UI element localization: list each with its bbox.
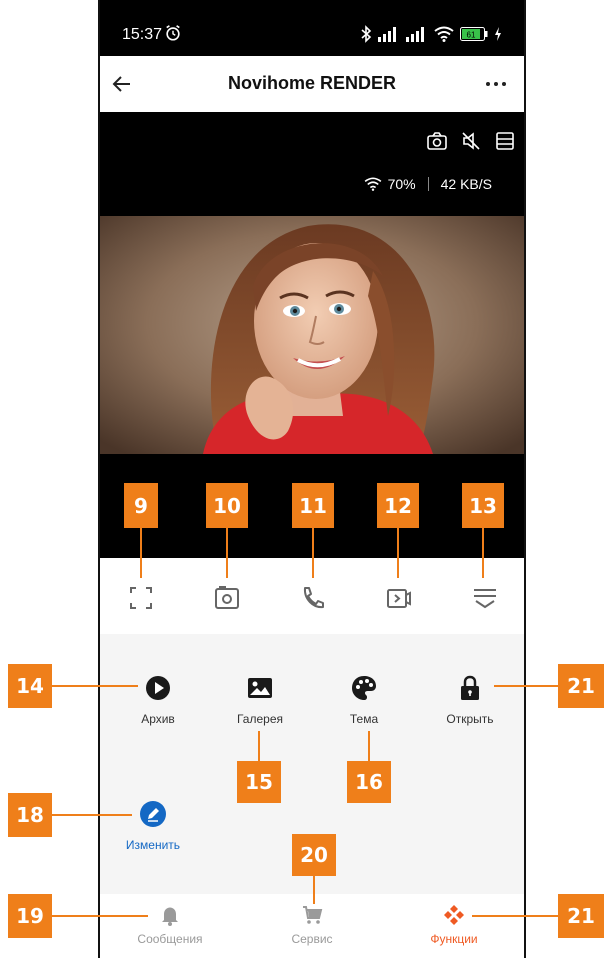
camera-icon[interactable]: [426, 130, 448, 152]
leader-line: [494, 685, 558, 687]
leader-line: [258, 731, 260, 761]
battery-icon: 61: [460, 27, 488, 41]
leader-line: [52, 685, 138, 687]
charging-icon: [495, 27, 501, 41]
feature-theme[interactable]: Тема: [314, 674, 414, 726]
feature-edit[interactable]: Изменить: [103, 800, 203, 852]
callout-badge: 9: [124, 483, 158, 528]
palette-icon: [352, 676, 376, 700]
callout-badge: 14: [8, 664, 52, 708]
wifi-icon: [434, 26, 454, 42]
callout-badge: 21: [558, 664, 604, 708]
fullscreen-icon[interactable]: [127, 584, 155, 612]
functions-icon: [444, 905, 464, 925]
callout-badge: 15: [237, 761, 281, 803]
callout-badge: 20: [292, 834, 336, 876]
status-icons: 61: [360, 24, 502, 44]
feature-label: Изменить: [125, 838, 181, 852]
alarm-icon: [166, 25, 180, 41]
feature-label: Архив: [141, 712, 175, 726]
wifi-icon: [364, 177, 381, 191]
layout-icon[interactable]: [494, 130, 516, 152]
leader-line: [313, 876, 315, 904]
feature-unlock[interactable]: Открыть: [420, 674, 520, 726]
edit-icon: [140, 801, 166, 827]
snapshot-icon[interactable]: [213, 584, 241, 612]
bluetooth-icon: [361, 25, 372, 43]
lock-icon: [461, 675, 479, 700]
bitrate: 42 KB/S: [440, 176, 492, 192]
callout-badge: 13: [462, 483, 504, 528]
more-icon[interactable]: [482, 70, 510, 98]
camera-feed-image: [98, 216, 526, 454]
callout-badge: 10: [206, 483, 248, 528]
feature-label: Открыть: [446, 712, 494, 726]
bottom-nav: Сообщения Сервис Функции: [98, 894, 526, 958]
status-bar: 15:37 61: [98, 0, 526, 56]
signal-strength: 70%: [387, 176, 416, 192]
nav-label: Сервис: [291, 932, 333, 946]
feature-label: Галерея: [236, 712, 284, 726]
callout-badge: 11: [292, 483, 334, 528]
collapse-menu-icon[interactable]: [471, 584, 499, 612]
app-header: Novihome RENDER: [98, 56, 526, 112]
feature-archive[interactable]: Архив: [108, 674, 208, 726]
phone-screen: 15:37 61 Novihome RENDER 70% 42 KB/S Арх…: [98, 0, 526, 958]
callout-badge: 19: [8, 894, 52, 938]
nav-label: Функции: [430, 932, 478, 946]
stream-stats: 70% 42 KB/S: [364, 176, 492, 192]
nav-functions[interactable]: Функции: [384, 904, 524, 946]
callout-badge: 21: [558, 894, 604, 938]
nav-messages[interactable]: Сообщения: [100, 904, 240, 946]
callout-badge: 16: [347, 761, 391, 803]
video-top-controls: [426, 130, 516, 152]
page-title: Novihome RENDER: [227, 73, 397, 93]
leader-line: [140, 528, 142, 578]
leader-line: [226, 528, 228, 578]
leader-line: [52, 915, 148, 917]
image-icon: [248, 678, 272, 698]
mute-icon[interactable]: [460, 130, 482, 152]
leader-line: [472, 915, 558, 917]
cart-icon: [303, 906, 323, 924]
leader-line: [368, 731, 370, 761]
divider: [427, 177, 429, 191]
phone-frame-right: [524, 0, 526, 958]
play-icon: [146, 676, 170, 700]
cell-signal-icon: [406, 27, 424, 42]
bell-icon: [162, 907, 178, 926]
phone-call-icon[interactable]: [299, 584, 327, 612]
leader-line: [397, 528, 399, 578]
leader-line: [312, 528, 314, 578]
leader-line: [52, 814, 132, 816]
feature-gallery[interactable]: Галерея: [210, 674, 310, 726]
nav-label: Сообщения: [137, 932, 203, 946]
nav-service[interactable]: Сервис: [242, 904, 382, 946]
record-video-icon[interactable]: [385, 584, 413, 612]
cell-signal-icon: [378, 27, 396, 42]
callout-badge: 18: [8, 793, 52, 837]
status-time: 15:37: [122, 26, 163, 43]
leader-line: [482, 528, 484, 578]
battery-level: 61: [467, 31, 476, 40]
feature-label: Тема: [349, 712, 379, 726]
callout-badge: 12: [377, 483, 419, 528]
